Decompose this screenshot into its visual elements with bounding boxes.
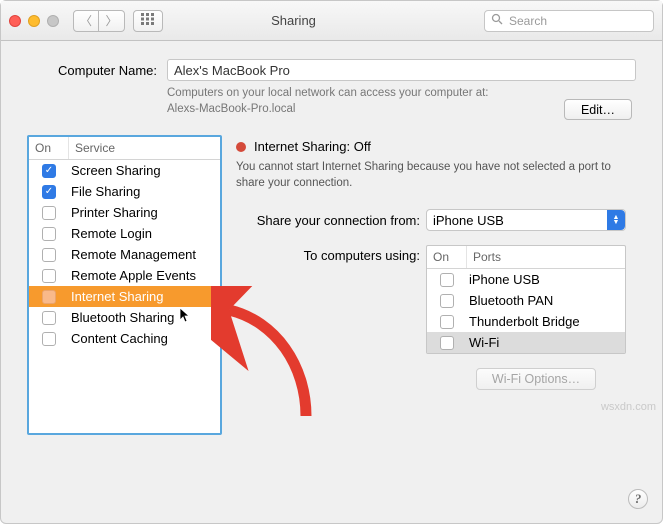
ports-header: On Ports (427, 246, 625, 269)
chevron-updown-icon: ▲▼ (607, 210, 625, 230)
computer-name-hint: Computers on your local network can acce… (167, 86, 527, 117)
service-row[interactable]: Bluetooth Sharing (29, 307, 220, 328)
computer-name-row: Computer Name: Alex's MacBook Pro (27, 59, 636, 81)
service-row[interactable]: Remote Management (29, 244, 220, 265)
port-row[interactable]: Thunderbolt Bridge (427, 311, 625, 332)
chevron-left-icon: 〈 (80, 12, 92, 29)
status-description: You cannot start Internet Sharing becaus… (236, 160, 636, 191)
to-computers-row: To computers using: On Ports iPhone USB B… (236, 245, 636, 354)
service-label: Printer Sharing (69, 205, 220, 220)
search-icon (491, 13, 503, 28)
port-checkbox[interactable] (440, 273, 454, 287)
service-row[interactable]: Content Caching (29, 328, 220, 349)
detail-pane: Internet Sharing: Off You cannot start I… (236, 135, 636, 435)
service-checkbox[interactable] (42, 332, 56, 346)
service-checkbox[interactable] (42, 269, 56, 283)
port-row[interactable]: Bluetooth PAN (427, 290, 625, 311)
window-title: Sharing (111, 13, 476, 28)
port-label: Bluetooth PAN (467, 293, 625, 308)
edit-button[interactable]: Edit… (564, 99, 632, 120)
service-row[interactable]: ✓ Screen Sharing (29, 160, 220, 181)
computer-name-label: Computer Name: (27, 63, 157, 78)
help-button[interactable]: ? (628, 489, 648, 509)
window-controls (9, 15, 59, 27)
service-row[interactable]: Remote Apple Events (29, 265, 220, 286)
ports-header-ports: Ports (467, 246, 625, 268)
prefs-window: 〈 〉 Sharing Search Computer Name: Alex's… (0, 0, 663, 524)
main-row: On Service ✓ Screen Sharing ✓ File Sharing P… (27, 135, 636, 435)
service-label: Remote Login (69, 226, 220, 241)
service-label: Remote Apple Events (69, 268, 220, 283)
service-row[interactable]: Printer Sharing (29, 202, 220, 223)
service-checkbox[interactable] (42, 311, 56, 325)
service-row[interactable]: Remote Login (29, 223, 220, 244)
search-placeholder: Search (509, 14, 547, 28)
port-label: Wi-Fi (467, 335, 625, 350)
services-header-on: On (29, 137, 69, 159)
status-dot-icon (236, 142, 246, 152)
services-header-service: Service (69, 137, 220, 159)
service-label: Bluetooth Sharing (69, 310, 220, 325)
services-list[interactable]: On Service ✓ Screen Sharing ✓ File Sharing P… (27, 135, 222, 435)
status-title: Internet Sharing: Off (254, 139, 371, 154)
service-row[interactable]: Internet Sharing (29, 286, 220, 307)
port-row[interactable]: iPhone USB (427, 269, 625, 290)
search-input[interactable]: Search (484, 10, 654, 32)
services-header: On Service (29, 137, 220, 160)
titlebar: 〈 〉 Sharing Search (1, 1, 662, 41)
share-from-select[interactable]: iPhone USB ▲▼ (426, 209, 626, 231)
service-label: Remote Management (69, 247, 220, 262)
watermark: wsxdn.com (601, 401, 656, 413)
service-checkbox[interactable] (42, 290, 56, 304)
service-checkbox[interactable]: ✓ (42, 164, 56, 178)
service-row[interactable]: ✓ File Sharing (29, 181, 220, 202)
ports-header-on: On (427, 246, 467, 268)
zoom-icon[interactable] (47, 15, 59, 27)
port-label: Thunderbolt Bridge (467, 314, 625, 329)
service-label: File Sharing (69, 184, 220, 199)
service-label: Content Caching (69, 331, 220, 346)
status-row: Internet Sharing: Off (236, 139, 636, 154)
service-label: Screen Sharing (69, 163, 220, 178)
port-checkbox[interactable] (440, 336, 454, 350)
share-from-value: iPhone USB (433, 213, 504, 228)
to-computers-label: To computers using: (236, 245, 426, 263)
service-checkbox[interactable] (42, 227, 56, 241)
minimize-icon[interactable] (28, 15, 40, 27)
wifi-options-button[interactable]: Wi-Fi Options… (476, 368, 596, 390)
back-button[interactable]: 〈 (73, 10, 99, 32)
service-checkbox[interactable] (42, 206, 56, 220)
port-checkbox[interactable] (440, 294, 454, 308)
close-icon[interactable] (9, 15, 21, 27)
port-label: iPhone USB (467, 272, 625, 287)
share-from-row: Share your connection from: iPhone USB ▲… (236, 209, 636, 231)
port-checkbox[interactable] (440, 315, 454, 329)
content-area: Computer Name: Alex's MacBook Pro Comput… (1, 41, 662, 447)
computer-name-field[interactable]: Alex's MacBook Pro (167, 59, 636, 81)
service-checkbox[interactable]: ✓ (42, 185, 56, 199)
service-checkbox[interactable] (42, 248, 56, 262)
ports-list[interactable]: On Ports iPhone USB Bluetooth PAN Thunderb… (426, 245, 626, 354)
port-row[interactable]: Wi-Fi (427, 332, 625, 353)
service-label: Internet Sharing (69, 289, 220, 304)
share-from-label: Share your connection from: (236, 213, 426, 228)
